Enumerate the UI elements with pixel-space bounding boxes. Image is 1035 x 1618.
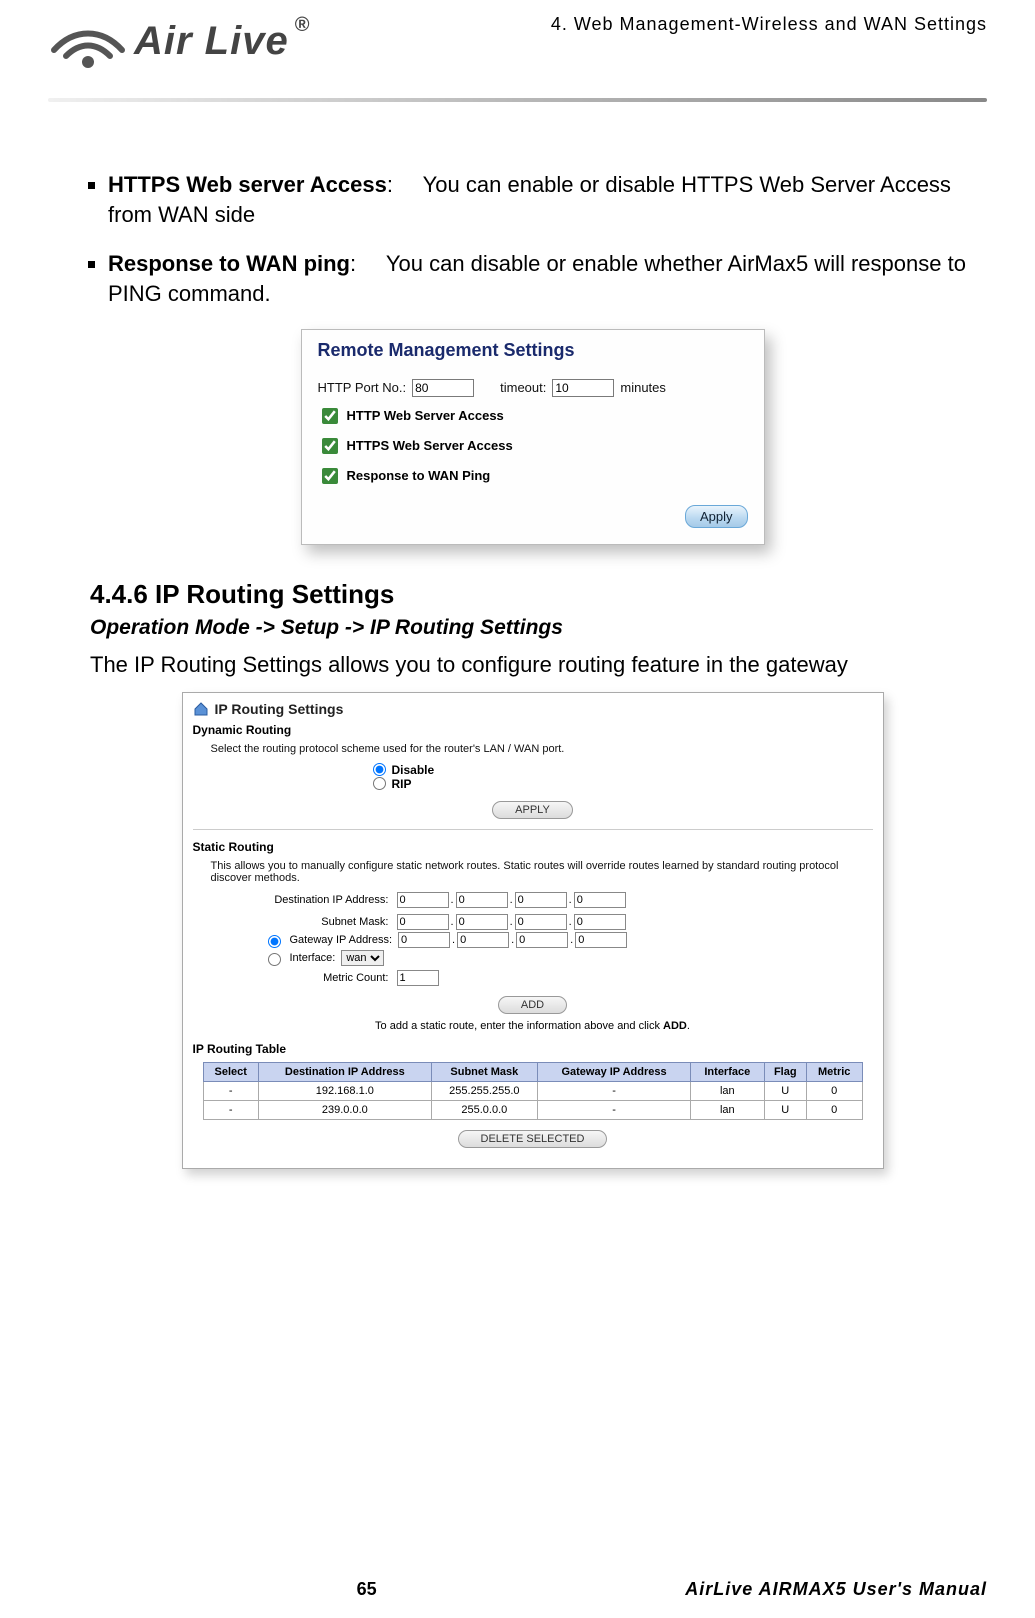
mask-octet-3[interactable]	[515, 914, 567, 930]
https-access-label: HTTPS Web Server Access	[347, 438, 513, 453]
dynamic-disable-radio[interactable]	[373, 763, 386, 776]
feature-bullet-list: HTTPS Web server Access: You can enable …	[90, 170, 975, 309]
table-row: - 239.0.0.0 255.0.0.0 - lan U 0	[203, 1100, 862, 1119]
gw-octet-3[interactable]	[516, 932, 568, 948]
http-access-checkbox[interactable]	[322, 408, 338, 424]
delete-selected-button[interactable]: DELETE SELECTED	[458, 1130, 608, 1148]
timeout-label: timeout:	[500, 380, 546, 395]
http-port-input[interactable]	[412, 379, 474, 397]
dynamic-apply-button[interactable]: APPLY	[492, 801, 573, 819]
dynamic-routing-heading: Dynamic Routing	[193, 723, 873, 737]
timeout-suffix: minutes	[620, 380, 666, 395]
dynamic-rip-label: RIP	[392, 777, 412, 791]
fig2-title: IP Routing Settings	[215, 701, 344, 717]
section-heading: 4.4.6 IP Routing Settings	[90, 579, 975, 610]
dest-ip-label: Destination IP Address:	[233, 894, 393, 906]
mask-octet-2[interactable]	[456, 914, 508, 930]
subnet-mask-label: Subnet Mask:	[233, 916, 393, 928]
gw-octet-4[interactable]	[575, 932, 627, 948]
wan-ping-checkbox[interactable]	[322, 468, 338, 484]
wan-ping-label: Response to WAN Ping	[347, 468, 491, 483]
header-divider	[48, 98, 987, 102]
dest-ip-octet-1[interactable]	[397, 892, 449, 908]
bullet-https-label: HTTPS Web server Access	[108, 172, 387, 197]
divider	[193, 829, 873, 830]
bullet-https: HTTPS Web server Access: You can enable …	[108, 170, 975, 229]
subnet-mask-octets: . . .	[397, 914, 873, 930]
manual-name: AirLive AIRMAX5 User's Manual	[685, 1579, 987, 1600]
chapter-title: 4. Web Management-Wireless and WAN Setti…	[551, 14, 987, 35]
routing-table-heading: IP Routing Table	[193, 1042, 873, 1056]
page-number: 65	[48, 1579, 685, 1600]
dynamic-rip-radio[interactable]	[373, 777, 386, 790]
http-access-label: HTTP Web Server Access	[347, 408, 504, 423]
add-route-help: To add a static route, enter the informa…	[193, 1020, 873, 1032]
http-port-label: HTTP Port No.:	[318, 380, 407, 395]
timeout-input[interactable]	[552, 379, 614, 397]
col-interface: Interface	[691, 1062, 765, 1081]
home-icon	[193, 702, 209, 716]
col-gateway: Gateway IP Address	[538, 1062, 691, 1081]
interface-select[interactable]: wan	[341, 950, 384, 966]
interface-radio[interactable]	[268, 953, 281, 966]
apply-button[interactable]: Apply	[685, 505, 748, 528]
gw-octet-2[interactable]	[457, 932, 509, 948]
bullet-ping-label: Response to WAN ping	[108, 251, 350, 276]
dynamic-routing-help: Select the routing protocol scheme used …	[211, 743, 873, 755]
routing-table: Select Destination IP Address Subnet Mas…	[203, 1062, 863, 1120]
add-route-button[interactable]: ADD	[498, 996, 567, 1014]
col-mask: Subnet Mask	[431, 1062, 537, 1081]
gw-octet-1[interactable]	[398, 932, 450, 948]
dest-ip-octet-3[interactable]	[515, 892, 567, 908]
col-select: Select	[203, 1062, 259, 1081]
metric-input[interactable]	[397, 970, 439, 986]
static-routing-heading: Static Routing	[193, 840, 873, 854]
metric-label: Metric Count:	[233, 972, 393, 984]
wifi-icon	[48, 10, 128, 72]
figure-remote-management: Remote Management Settings HTTP Port No.…	[301, 329, 765, 545]
bullet-ping: Response to WAN ping: You can disable or…	[108, 249, 975, 308]
static-routing-help: This allows you to manually configure st…	[211, 860, 873, 884]
dest-ip-octet-4[interactable]	[574, 892, 626, 908]
section-intro: The IP Routing Settings allows you to co…	[90, 652, 975, 678]
brand-logo: Air Live ®	[48, 10, 309, 72]
col-dest: Destination IP Address	[259, 1062, 432, 1081]
logo-tm: ®	[295, 14, 310, 37]
dest-ip-octet-2[interactable]	[456, 892, 508, 908]
gateway-label: Gateway IP Address:	[290, 934, 393, 946]
logo-text: Air Live	[134, 19, 289, 64]
dynamic-disable-label: Disable	[392, 763, 435, 777]
table-row: - 192.168.1.0 255.255.255.0 - lan U 0	[203, 1081, 862, 1100]
mask-octet-4[interactable]	[574, 914, 626, 930]
col-metric: Metric	[806, 1062, 862, 1081]
mask-octet-1[interactable]	[397, 914, 449, 930]
figure-ip-routing: IP Routing Settings Dynamic Routing Sele…	[182, 692, 884, 1169]
interface-label: Interface:	[290, 952, 336, 964]
section-breadcrumb: Operation Mode -> Setup -> IP Routing Se…	[90, 616, 975, 640]
dest-ip-octets: . . .	[397, 892, 873, 908]
https-access-checkbox[interactable]	[322, 438, 338, 454]
col-flag: Flag	[764, 1062, 806, 1081]
remote-management-title: Remote Management Settings	[318, 340, 748, 361]
gateway-radio[interactable]	[268, 935, 281, 948]
